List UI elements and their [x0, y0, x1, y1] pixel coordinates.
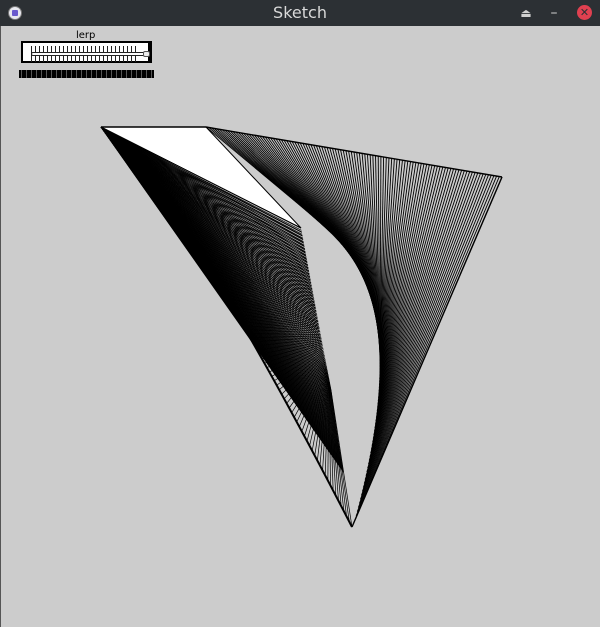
- close-icon[interactable]: ✕: [577, 5, 592, 20]
- window-title: Sketch: [273, 3, 327, 22]
- eject-icon[interactable]: ⏏: [517, 4, 535, 22]
- slider-knob[interactable]: [142, 51, 150, 57]
- lerp-drawing: [100, 126, 503, 528]
- lerp-line-upper: [355, 176, 500, 517]
- lerp-line-upper: [356, 175, 498, 512]
- lerp-slider[interactable]: [21, 41, 152, 63]
- title-bar[interactable]: Sketch ⏏ – ✕: [0, 0, 600, 26]
- sketch-canvas[interactable]: [0, 26, 600, 627]
- minimize-icon[interactable]: –: [545, 4, 563, 22]
- slider-groove[interactable]: [31, 52, 146, 56]
- slider-label: lerp: [76, 30, 96, 41]
- slider-value-readout: [19, 70, 154, 78]
- slider-track[interactable]: [23, 43, 150, 62]
- lerp-line-upper: [377, 163, 422, 408]
